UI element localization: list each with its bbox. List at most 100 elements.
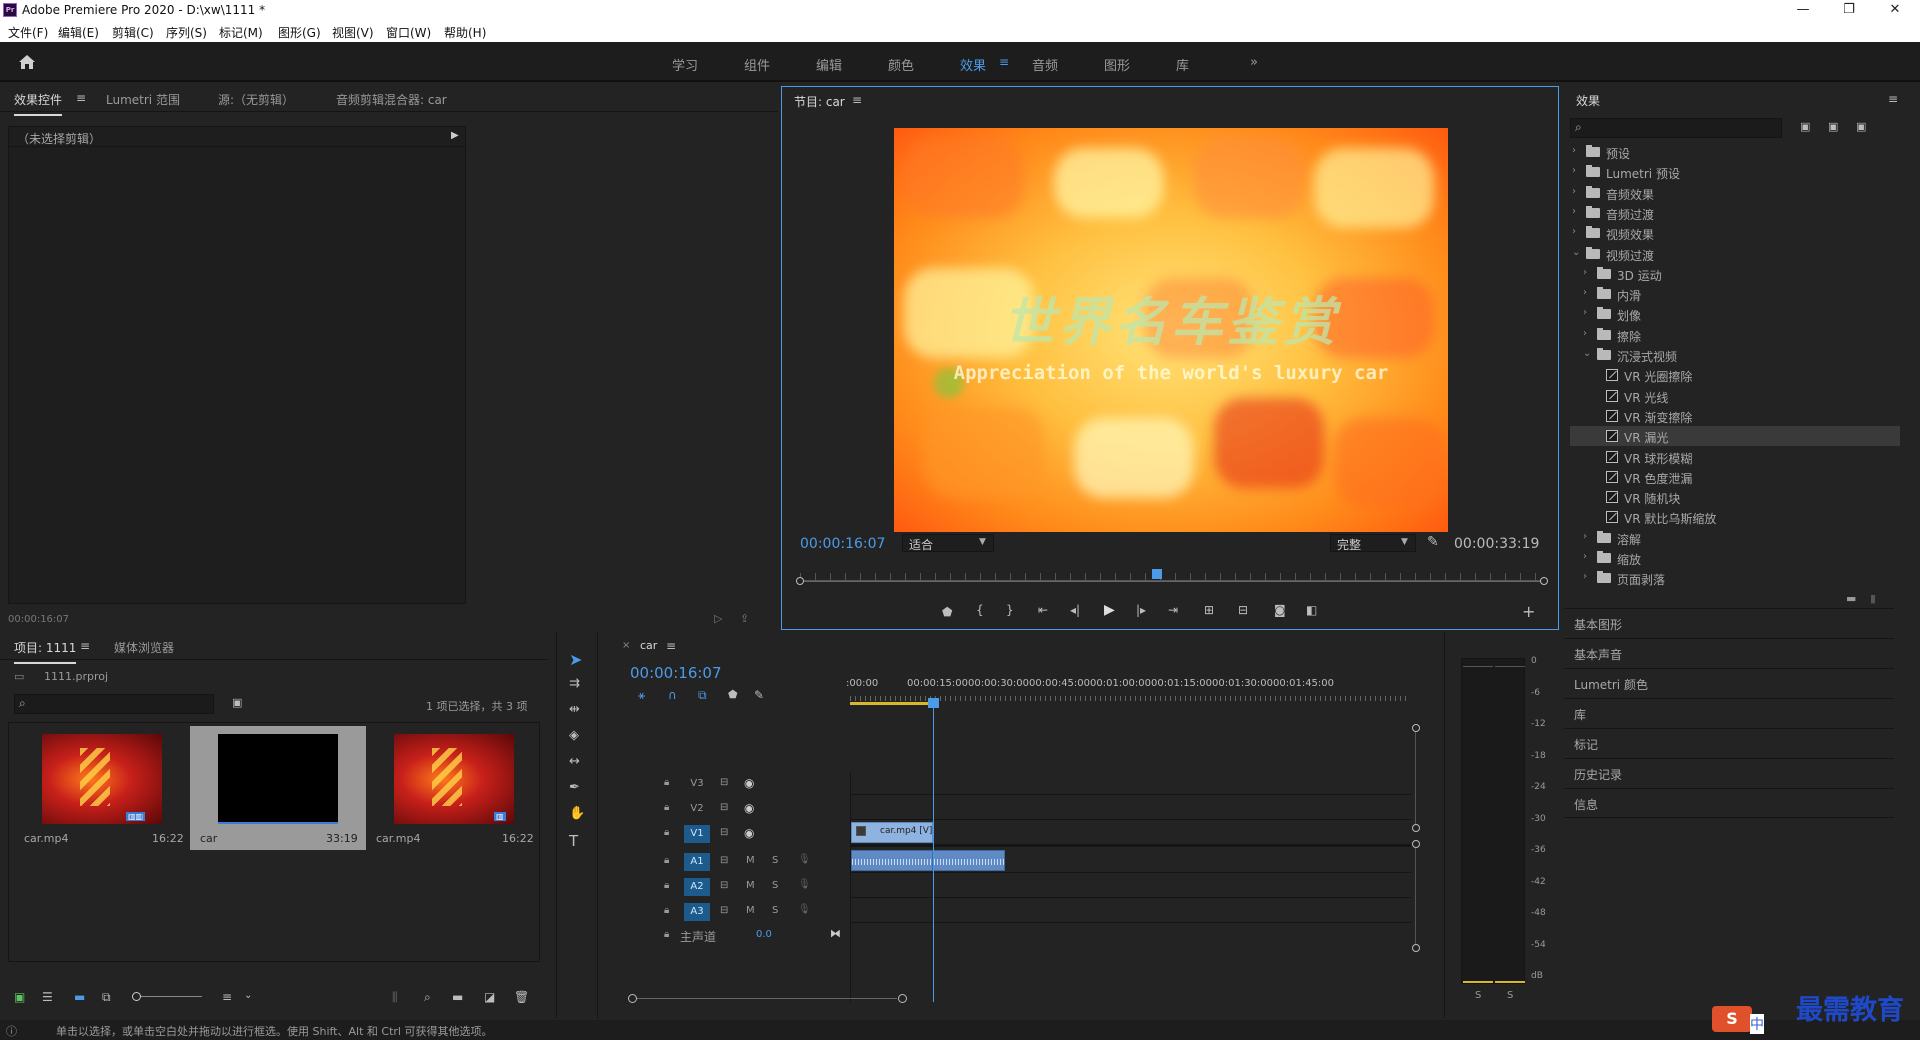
side-panel-essential-graphics[interactable]: 基本图形	[1564, 608, 1894, 638]
lock-icon[interactable]: 🔒︎	[664, 880, 669, 891]
workspace-tab-libraries[interactable]: 库	[1176, 55, 1189, 74]
timeline-settings-wrench-icon[interactable]: ✎	[754, 688, 764, 702]
step-back-icon[interactable]: ◂|	[1070, 603, 1080, 617]
project-item[interactable]: ▥▥ car.mp4 16:22	[14, 726, 192, 848]
freeform-view-icon[interactable]: ⧉	[102, 990, 111, 1005]
effect-folder[interactable]: ⌄ 沉浸式视频	[1570, 345, 1900, 365]
sync-lock-icon[interactable]: ⊟	[720, 802, 728, 813]
lock-icon[interactable]: 🔒︎	[664, 827, 669, 838]
32bit-effects-icon[interactable]: ▣	[1828, 120, 1838, 133]
snap-magnet-icon[interactable]: ∩	[668, 688, 677, 702]
lock-icon[interactable]: 🔒︎	[664, 929, 669, 940]
menu-file[interactable]: 文件(F)	[8, 24, 48, 41]
zoom-slider[interactable]	[132, 992, 202, 1001]
timeline-timecode[interactable]: 00:00:16:07	[630, 664, 722, 682]
chevron-right-icon[interactable]: ›	[1572, 186, 1582, 197]
program-menu-icon[interactable]: ≡	[852, 93, 862, 107]
automate-to-sequence-icon[interactable]: ⫼	[392, 990, 398, 1005]
workspace-tab-color[interactable]: 颜色	[888, 55, 914, 74]
tab-effect-controls[interactable]: 效果控件	[14, 91, 63, 116]
lock-icon[interactable]: 🔒︎	[664, 777, 669, 788]
effect-folder[interactable]: › 缩放	[1570, 548, 1900, 568]
menu-window[interactable]: 窗口(W)	[386, 24, 431, 41]
yuv-effects-icon[interactable]: ▣	[1856, 120, 1866, 133]
solo-button[interactable]: S	[772, 905, 778, 916]
mark-out-icon[interactable]: }	[1006, 603, 1014, 617]
microphone-icon[interactable]: 🎙︎	[798, 879, 811, 890]
menu-edit[interactable]: 编辑(E)	[58, 24, 99, 41]
nest-icon[interactable]: ⚹	[638, 688, 645, 703]
chevron-right-icon[interactable]: ›	[1583, 551, 1593, 562]
workspace-tab-editing[interactable]: 编辑	[816, 55, 842, 74]
mute-button[interactable]: M	[746, 880, 755, 891]
chevron-right-icon[interactable]: ›	[1583, 267, 1593, 278]
lock-icon[interactable]: 🔒︎	[664, 855, 669, 866]
effect-folder[interactable]: › 溶解	[1570, 528, 1900, 548]
export-icon[interactable]: ⇪	[740, 612, 749, 625]
tab-lumetri-scopes[interactable]: Lumetri 范围	[106, 91, 180, 108]
go-to-in-icon[interactable]: ⇤	[1038, 603, 1048, 617]
find-bin-icon[interactable]: ▣	[232, 696, 242, 709]
effect-folder[interactable]: › 视频效果	[1570, 223, 1900, 243]
accelerated-effects-icon[interactable]: ▣	[1800, 120, 1810, 133]
expand-arrow-icon[interactable]: ▶	[451, 130, 459, 141]
close-sequence-icon[interactable]: ×	[622, 640, 630, 651]
linked-selection-icon[interactable]: ⧉	[698, 688, 707, 703]
side-panel-essential-sound[interactable]: 基本声音	[1564, 638, 1894, 668]
effect-item[interactable]: VR 随机块	[1570, 487, 1900, 507]
new-bin-icon[interactable]: ▬	[452, 990, 463, 1004]
timeline-vertical-scrollbar[interactable]	[1412, 724, 1420, 1014]
restore-button[interactable]: ❐	[1826, 0, 1872, 20]
chevron-right-icon[interactable]: ›	[1583, 328, 1593, 339]
ripple-edit-tool-icon[interactable]: ⇹	[569, 702, 580, 717]
tab-source[interactable]: 源:（无剪辑）	[218, 91, 294, 108]
lock-icon[interactable]: 🔒︎	[664, 905, 669, 916]
effect-folder[interactable]: › 擦除	[1570, 325, 1900, 345]
list-view-icon[interactable]: ☰	[42, 990, 53, 1004]
master-volume-value[interactable]: 0.0	[756, 929, 772, 940]
close-button[interactable]: ✕	[1872, 0, 1918, 20]
solo-button[interactable]: S	[772, 855, 778, 866]
eye-icon[interactable]: ◉	[744, 776, 754, 790]
menu-marker[interactable]: 标记(M)	[219, 24, 263, 41]
hand-tool-icon[interactable]: ✋	[569, 806, 585, 821]
sort-icons-icon[interactable]: ≡	[222, 990, 232, 1004]
settings-wrench-icon[interactable]: ✎	[1427, 534, 1439, 550]
side-panel-info[interactable]: 信息	[1564, 788, 1894, 818]
effect-folder[interactable]: › 页面剥落	[1570, 568, 1900, 588]
mark-in-icon[interactable]: {	[976, 603, 984, 617]
sequence-tab[interactable]: car	[640, 639, 657, 652]
workspace-tab-graphics[interactable]: 图形	[1104, 55, 1130, 74]
effect-item[interactable]: VR 色度泄漏	[1570, 467, 1900, 487]
track-select-tool-icon[interactable]: ⇉	[569, 676, 580, 691]
effect-folder[interactable]: › 音频效果	[1570, 183, 1900, 203]
video-preview[interactable]: 世界名车鉴赏 Appreciation of the world's luxur…	[894, 128, 1448, 532]
sync-lock-icon[interactable]: ⊟	[720, 880, 728, 891]
tab-project[interactable]: 项目: 1111	[14, 639, 77, 664]
slip-tool-icon[interactable]: ↔	[569, 754, 580, 769]
workspace-tab-assembly[interactable]: 组件	[744, 55, 770, 74]
chevron-right-icon[interactable]: ›	[1572, 145, 1582, 156]
add-marker-icon[interactable]: ⬟	[942, 605, 952, 619]
work-area-bar[interactable]	[850, 702, 932, 705]
effect-folder[interactable]: › Lumetri 预设	[1570, 162, 1900, 182]
chevron-right-icon[interactable]: ›	[1572, 165, 1582, 176]
button-editor-plus-icon[interactable]: +	[1522, 602, 1535, 621]
workspace-tab-learn[interactable]: 学习	[672, 55, 698, 74]
sync-lock-icon[interactable]: ⊟	[720, 777, 728, 788]
side-panel-lumetri-color[interactable]: Lumetri 颜色	[1564, 668, 1894, 698]
video-clip[interactable]: car.mp4 [V]	[851, 822, 933, 843]
project-item-selected[interactable]: car 33:19	[190, 726, 366, 850]
effects-menu-icon[interactable]: ≡	[1888, 92, 1898, 106]
effect-folder[interactable]: › 音频过渡	[1570, 203, 1900, 223]
side-panel-markers[interactable]: 标记	[1564, 728, 1894, 758]
export-frame-camera-icon[interactable]: ◙	[1274, 603, 1286, 617]
side-panel-history[interactable]: 历史记录	[1564, 758, 1894, 788]
filter-icon[interactable]: ▷	[714, 612, 722, 625]
tab-media-browser[interactable]: 媒体浏览器	[114, 639, 174, 656]
master-pan-icon[interactable]: ⧓	[830, 927, 841, 940]
workspace-tab-audio[interactable]: 音频	[1032, 55, 1058, 74]
effect-item[interactable]: VR 光圈擦除	[1570, 365, 1900, 385]
workspace-menu-icon[interactable]: ≡	[999, 55, 1009, 69]
project-menu-icon[interactable]: ≡	[80, 639, 90, 653]
